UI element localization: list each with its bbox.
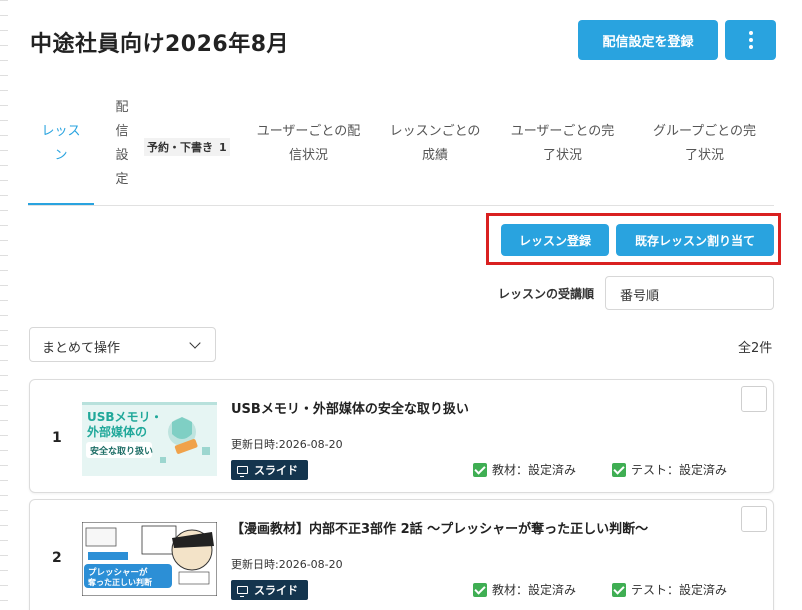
- lesson-order-select[interactable]: 番号順: [605, 276, 774, 310]
- chevron-down-icon: [189, 337, 201, 349]
- select-checkbox[interactable]: [741, 506, 767, 532]
- material-status: 教材：設定済み: [473, 581, 576, 598]
- ruler-ticks: [0, 0, 8, 610]
- lesson-number: 1: [52, 430, 62, 446]
- tab-completion-by-user[interactable]: ユーザーごとの完 了状況: [510, 120, 615, 168]
- draft-badge: 予約・下書き 1: [144, 138, 230, 156]
- kebab-dot-icon: [748, 45, 753, 49]
- assign-existing-lesson-button[interactable]: 既存レッスン割り当て: [616, 224, 774, 256]
- lesson-card[interactable]: 2 プレッシャーが 奪った正しい判断 【漫画教材】内部不正3部作 2話 〜プレッ…: [29, 499, 774, 610]
- test-status: テスト：設定済み: [612, 581, 727, 598]
- tab-lessons[interactable]: レッス ン: [28, 120, 94, 168]
- lesson-title[interactable]: USBメモリ・外部媒体の安全な取り扱い: [231, 398, 469, 417]
- more-options-button[interactable]: [725, 20, 776, 60]
- lesson-thumbnail: USBメモリ・ 外部媒体の 安全な取り扱い: [82, 402, 217, 476]
- material-status: 教材：設定済み: [473, 461, 576, 478]
- bulk-action-label: まとめて操作: [42, 341, 121, 356]
- presentation-screen-icon: [237, 466, 248, 477]
- thumb-line-1: USBメモリ・: [87, 410, 163, 424]
- lesson-card[interactable]: 1 USBメモリ・ 外部媒体の 安全な取り扱い USBメモリ・外部媒体の安全な取…: [29, 379, 774, 493]
- presentation-screen-icon: [237, 586, 248, 597]
- tab-completion-by-group[interactable]: グループごとの完 了状況: [652, 120, 757, 168]
- tab-scores-by-lesson[interactable]: レッスンごとの 成績: [387, 120, 483, 168]
- check-icon: [612, 582, 626, 597]
- slide-type-badge: スライド: [231, 580, 308, 600]
- lesson-thumbnail: プレッシャーが 奪った正しい判断: [82, 522, 217, 596]
- thumb-line-3: 安全な取り扱い: [90, 445, 153, 457]
- kebab-dot-icon: [748, 31, 753, 35]
- total-count: 全2件: [738, 341, 773, 356]
- check-icon: [473, 582, 487, 597]
- active-tab-underline: [28, 203, 94, 205]
- lesson-number: 2: [52, 550, 62, 566]
- lesson-updated: 更新日時:2026-08-20: [231, 558, 343, 571]
- check-icon: [473, 462, 487, 477]
- tab-bar: レッス ン 配 信 設 定 予約・下書き 1 ユーザーごとの配 信状況 レッスンご…: [28, 96, 774, 206]
- lesson-updated: 更新日時:2026-08-20: [231, 438, 343, 451]
- slide-type-badge: スライド: [231, 460, 308, 480]
- bulk-action-select[interactable]: まとめて操作: [29, 327, 216, 362]
- test-status: テスト：設定済み: [612, 461, 727, 478]
- tab-delivery-settings[interactable]: 配 信 設 定: [110, 96, 134, 192]
- page-title: 中途社員向け2026年8月: [30, 32, 290, 57]
- kebab-dot-icon: [748, 38, 753, 42]
- lesson-title[interactable]: 【漫画教材】内部不正3部作 2話 〜プレッシャーが奪った正しい判断〜: [231, 518, 648, 537]
- lesson-order-label: レッスンの受講順: [498, 287, 595, 301]
- select-checkbox[interactable]: [741, 386, 767, 412]
- thumb-line-2: 外部媒体の: [87, 424, 147, 439]
- check-icon: [612, 462, 626, 477]
- register-delivery-button[interactable]: 配信設定を登録: [578, 20, 718, 60]
- thumb-line-1: プレッシャーが: [88, 567, 148, 578]
- lesson-register-button[interactable]: レッスン登録: [501, 224, 609, 256]
- tab-delivery-by-user[interactable]: ユーザーごとの配 信状況: [256, 120, 361, 168]
- thumb-line-2: 奪った正しい判断: [87, 577, 152, 587]
